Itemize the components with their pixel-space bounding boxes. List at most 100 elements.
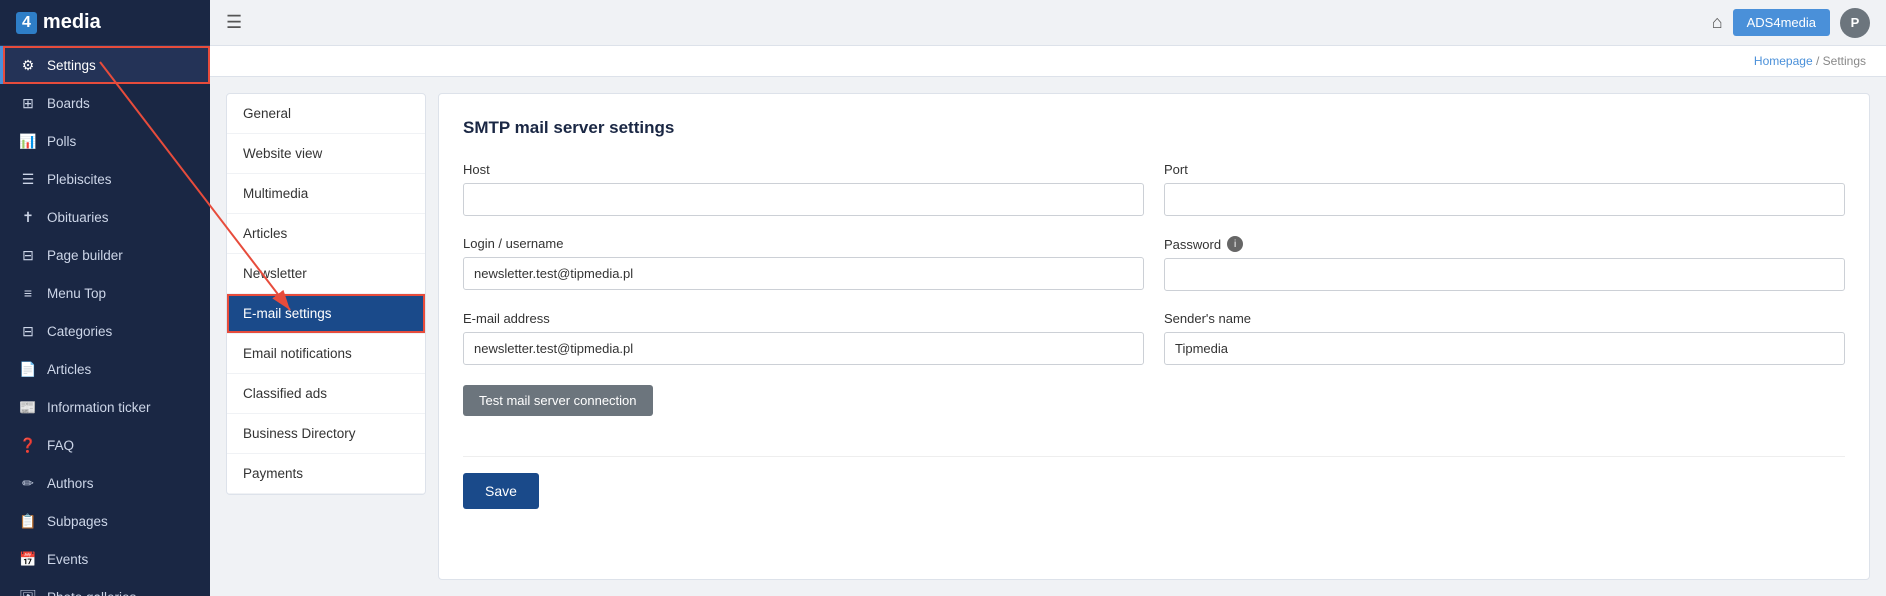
topbar: ☰ ⌂ ADS4media P (210, 0, 1886, 46)
sub-nav-email-settings[interactable]: E-mail settings (227, 294, 425, 334)
email-label: E-mail address (463, 311, 1144, 326)
sidebar-item-photo-galleries[interactable]: 🖼 Photo galleries (0, 578, 210, 596)
sidebar-item-obituaries[interactable]: ✝ Obituaries (0, 198, 210, 236)
test-button-container: Test mail server connection (463, 385, 1845, 436)
subpages-icon: 📋 (19, 512, 37, 530)
sub-nav-general[interactable]: General (227, 94, 425, 134)
sub-nav-payments[interactable]: Payments (227, 454, 425, 494)
password-info-icon[interactable]: i (1227, 236, 1243, 252)
sidebar-item-faq[interactable]: ❓ FAQ (0, 426, 210, 464)
login-label: Login / username (463, 236, 1144, 251)
sidebar-item-label: Authors (47, 476, 94, 491)
host-input[interactable] (463, 183, 1144, 216)
form-row-email-sender: E-mail address Sender's name (463, 311, 1845, 365)
sidebar-item-label: Events (47, 552, 88, 567)
categories-icon: ⊟ (19, 322, 37, 340)
logo-text: media (43, 11, 101, 34)
user-avatar[interactable]: P (1840, 8, 1870, 38)
form-group-email: E-mail address (463, 311, 1144, 365)
port-label: Port (1164, 162, 1845, 177)
boards-icon: ⊞ (19, 94, 37, 112)
settings-icon: ⚙ (19, 56, 37, 74)
sub-nav-email-notifications[interactable]: Email notifications (227, 334, 425, 374)
app-logo: 4 media (0, 0, 210, 46)
sidebar-item-subpages[interactable]: 📋 Subpages (0, 502, 210, 540)
sub-nav-business-directory[interactable]: Business Directory (227, 414, 425, 454)
events-icon: 📅 (19, 550, 37, 568)
logo-number: 4 (16, 12, 37, 34)
breadcrumb-home-link[interactable]: Homepage (1754, 54, 1813, 68)
sidebar-item-label: Articles (47, 362, 91, 377)
sidebar-item-label: Menu Top (47, 286, 106, 301)
home-icon[interactable]: ⌂ (1712, 12, 1723, 33)
sub-nav-classified-ads[interactable]: Classified ads (227, 374, 425, 414)
sidebar: 4 media ⚙ Settings ⊞ Boards 📊 Polls ☰ Pl… (0, 0, 210, 596)
sidebar-item-articles[interactable]: 📄 Articles (0, 350, 210, 388)
sidebar-item-information-ticker[interactable]: 📰 Information ticker (0, 388, 210, 426)
form-row-login-password: Login / username Password i (463, 236, 1845, 291)
sidebar-item-label: Categories (47, 324, 112, 339)
sidebar-item-authors[interactable]: ✏ Authors (0, 464, 210, 502)
topbar-right: ⌂ ADS4media P (1712, 8, 1870, 38)
sidebar-item-categories[interactable]: ⊟ Categories (0, 312, 210, 350)
content-area: General Website view Multimedia Articles… (210, 77, 1886, 596)
ads-button[interactable]: ADS4media (1733, 9, 1830, 36)
menu-top-icon: ≡ (19, 284, 37, 302)
breadcrumb-separator: / (1816, 54, 1823, 68)
sub-nav-multimedia[interactable]: Multimedia (227, 174, 425, 214)
sidebar-item-events[interactable]: 📅 Events (0, 540, 210, 578)
information-ticker-icon: 📰 (19, 398, 37, 416)
sender-input[interactable] (1164, 332, 1845, 365)
password-label: Password i (1164, 236, 1845, 252)
sidebar-item-label: Page builder (47, 248, 123, 263)
sidebar-item-label: FAQ (47, 438, 74, 453)
save-button-container: Save (463, 473, 1845, 509)
polls-icon: 📊 (19, 132, 37, 150)
breadcrumb: Homepage / Settings (210, 46, 1886, 77)
sidebar-item-label: Photo galleries (47, 590, 136, 596)
sidebar-item-label: Subpages (47, 514, 108, 529)
sub-nav: General Website view Multimedia Articles… (226, 93, 426, 495)
page-builder-icon: ⊟ (19, 246, 37, 264)
save-button[interactable]: Save (463, 473, 539, 509)
sidebar-item-label: Plebiscites (47, 172, 112, 187)
sidebar-item-polls[interactable]: 📊 Polls (0, 122, 210, 160)
form-group-login: Login / username (463, 236, 1144, 291)
topbar-left: ☰ (226, 12, 242, 33)
form-group-password: Password i (1164, 236, 1845, 291)
form-panel: SMTP mail server settings Host Port Logi… (438, 93, 1870, 580)
sidebar-item-label: Settings (47, 58, 96, 73)
hamburger-icon[interactable]: ☰ (226, 12, 242, 33)
sidebar-item-menu-top[interactable]: ≡ Menu Top (0, 274, 210, 312)
sidebar-item-page-builder[interactable]: ⊟ Page builder (0, 236, 210, 274)
main-area: ☰ ⌂ ADS4media P Homepage / Settings Gene… (210, 0, 1886, 596)
port-input[interactable] (1164, 183, 1845, 216)
sidebar-item-label: Information ticker (47, 400, 151, 415)
sidebar-item-label: Polls (47, 134, 76, 149)
form-row-host-port: Host Port (463, 162, 1845, 216)
sub-nav-website-view[interactable]: Website view (227, 134, 425, 174)
form-group-sender: Sender's name (1164, 311, 1845, 365)
faq-icon: ❓ (19, 436, 37, 454)
sender-label: Sender's name (1164, 311, 1845, 326)
obituaries-icon: ✝ (19, 208, 37, 226)
photo-galleries-icon: 🖼 (19, 588, 37, 596)
form-group-port: Port (1164, 162, 1845, 216)
breadcrumb-current: Settings (1823, 54, 1866, 68)
sub-nav-newsletter[interactable]: Newsletter (227, 254, 425, 294)
test-mail-button[interactable]: Test mail server connection (463, 385, 653, 416)
articles-icon: 📄 (19, 360, 37, 378)
sidebar-item-settings[interactable]: ⚙ Settings (0, 46, 210, 84)
email-input[interactable] (463, 332, 1144, 365)
form-group-host: Host (463, 162, 1144, 216)
sidebar-item-label: Boards (47, 96, 90, 111)
sidebar-item-plebiscites[interactable]: ☰ Plebiscites (0, 160, 210, 198)
sidebar-item-label: Obituaries (47, 210, 109, 225)
sidebar-item-boards[interactable]: ⊞ Boards (0, 84, 210, 122)
authors-icon: ✏ (19, 474, 37, 492)
password-input[interactable] (1164, 258, 1845, 291)
form-divider (463, 456, 1845, 457)
host-label: Host (463, 162, 1144, 177)
login-input[interactable] (463, 257, 1144, 290)
sub-nav-articles[interactable]: Articles (227, 214, 425, 254)
